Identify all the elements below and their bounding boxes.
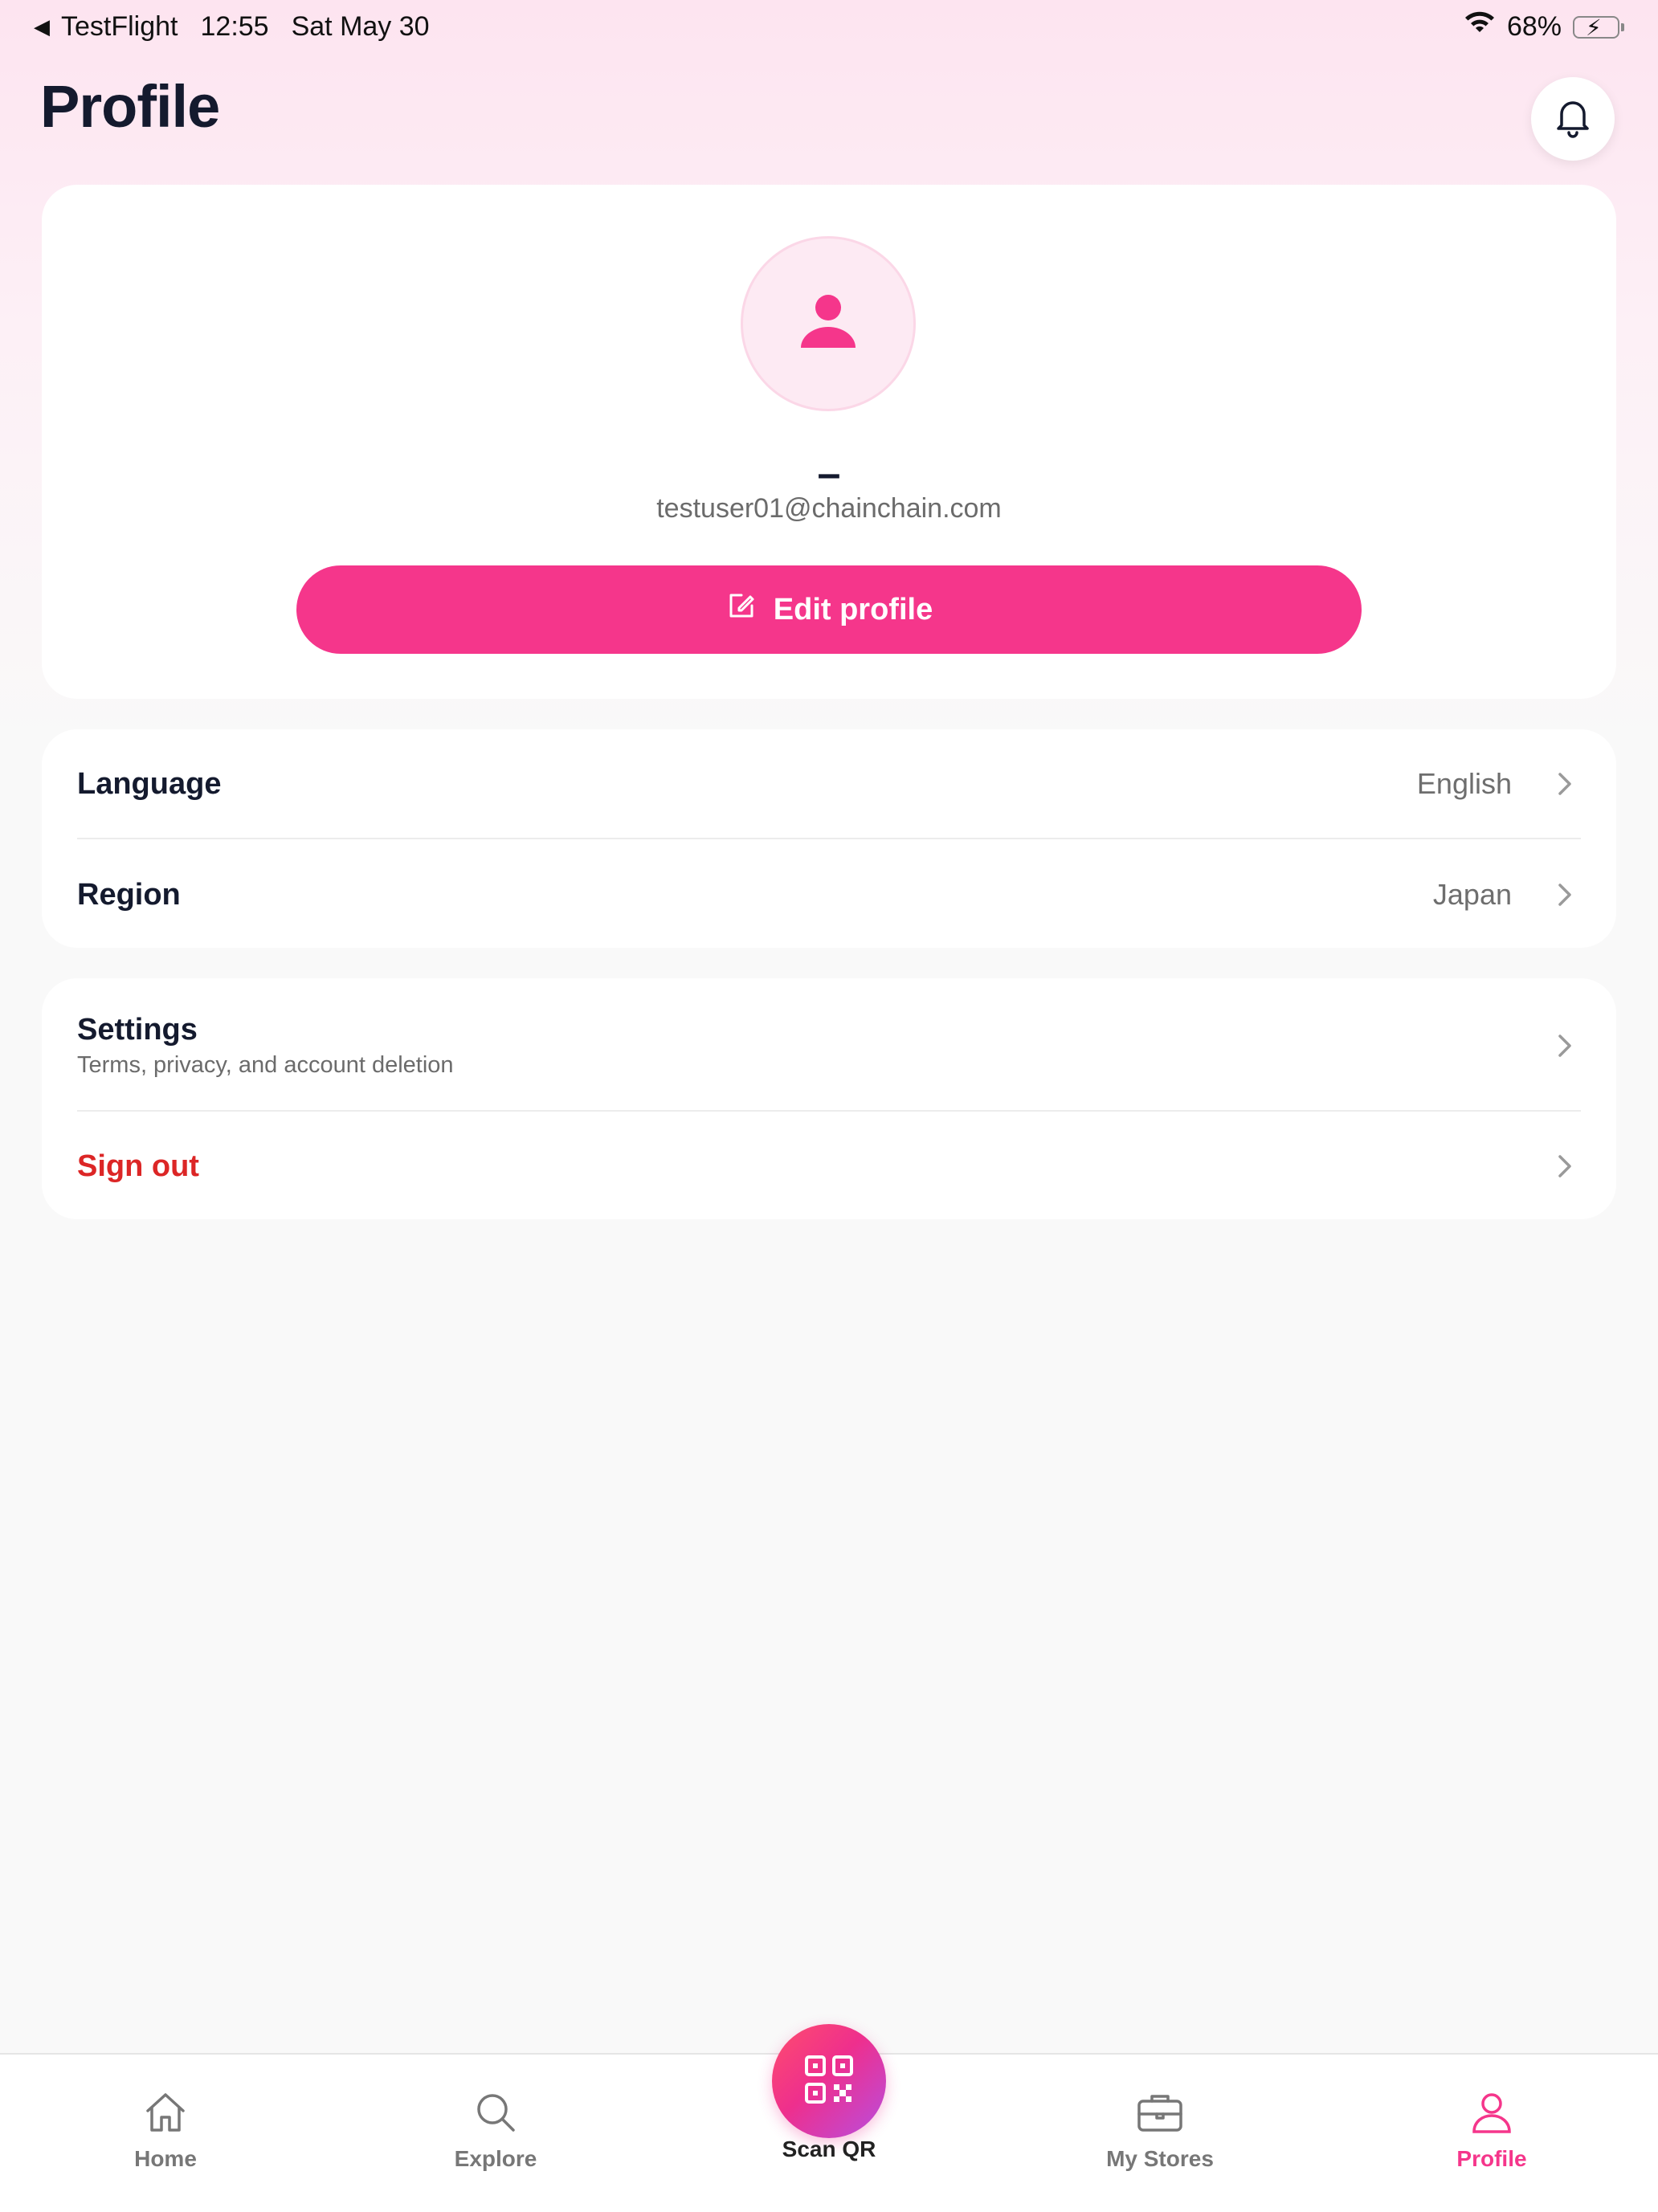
status-left: ◀ TestFlight 12:55 Sat May 30: [34, 11, 430, 43]
back-app-label[interactable]: TestFlight: [61, 11, 178, 43]
tab-explore[interactable]: Explore: [375, 2055, 616, 2212]
edit-icon: [725, 590, 758, 630]
chevron-right-icon: [1549, 1150, 1581, 1182]
settings-label: Settings: [77, 1013, 198, 1047]
status-time: 12:55: [200, 11, 269, 42]
region-row[interactable]: Region Japan: [77, 872, 1581, 917]
tab-home[interactable]: Home: [45, 2055, 286, 2212]
battery-percent: 68%: [1506, 11, 1562, 42]
chevron-right-icon: [1549, 879, 1581, 911]
preferences-card: Language English Region Japan: [42, 729, 1616, 948]
qr-code-icon: [803, 2054, 855, 2109]
region-label: Region: [77, 877, 181, 912]
user-name: –: [817, 451, 841, 497]
language-label: Language: [77, 766, 222, 801]
tab-explore-label: Explore: [454, 2146, 537, 2171]
back-arrow-icon[interactable]: ◀: [34, 14, 50, 39]
briefcase-icon: [1134, 2087, 1186, 2138]
tab-my-stores[interactable]: My Stores: [1039, 2055, 1280, 2212]
search-icon: [472, 2087, 520, 2138]
notifications-button[interactable]: [1531, 77, 1615, 161]
tab-my-stores-label: My Stores: [1106, 2146, 1214, 2171]
user-icon: [1468, 2087, 1516, 2138]
chevron-right-icon: [1549, 768, 1581, 800]
avatar[interactable]: [741, 236, 916, 411]
account-card: Settings Terms, privacy, and account del…: [42, 978, 1616, 1219]
sign-out-row[interactable]: Sign out: [77, 1144, 1581, 1189]
language-value: English: [1416, 767, 1512, 800]
chevron-right-icon: [1549, 1030, 1581, 1062]
status-date: Sat May 30: [291, 11, 430, 42]
battery-icon: ⚡: [1573, 15, 1624, 40]
tab-home-label: Home: [134, 2146, 197, 2171]
edit-profile-button[interactable]: Edit profile: [296, 565, 1362, 654]
divider: [77, 1110, 1581, 1112]
user-icon: [796, 290, 860, 358]
status-right: 68% ⚡: [1464, 11, 1624, 43]
settings-row[interactable]: Settings Terms, privacy, and account del…: [77, 1006, 1581, 1086]
language-row[interactable]: Language English: [77, 761, 1581, 806]
tab-scan-qr-label[interactable]: Scan QR: [709, 2136, 949, 2162]
edit-profile-label: Edit profile: [773, 592, 933, 626]
status-bar: ◀ TestFlight 12:55 Sat May 30 68% ⚡: [0, 0, 1658, 59]
user-email: testuser01@chainchain.com: [656, 493, 1002, 524]
page-title: Profile: [40, 73, 220, 140]
divider: [77, 838, 1581, 839]
home-icon: [141, 2087, 190, 2138]
profile-card: – testuser01@chainchain.com Edit profile: [42, 185, 1616, 699]
settings-text: Settings Terms, privacy, and account del…: [77, 1013, 454, 1079]
bell-icon: [1554, 96, 1592, 142]
tab-profile[interactable]: Profile: [1371, 2055, 1612, 2212]
region-value: Japan: [1432, 878, 1512, 911]
sign-out-label: Sign out: [77, 1149, 199, 1183]
tab-profile-label: Profile: [1456, 2146, 1527, 2171]
scan-qr-button[interactable]: [772, 2024, 886, 2138]
settings-subtitle: Terms, privacy, and account deletion: [77, 1052, 454, 1078]
wifi-icon: [1464, 11, 1496, 43]
